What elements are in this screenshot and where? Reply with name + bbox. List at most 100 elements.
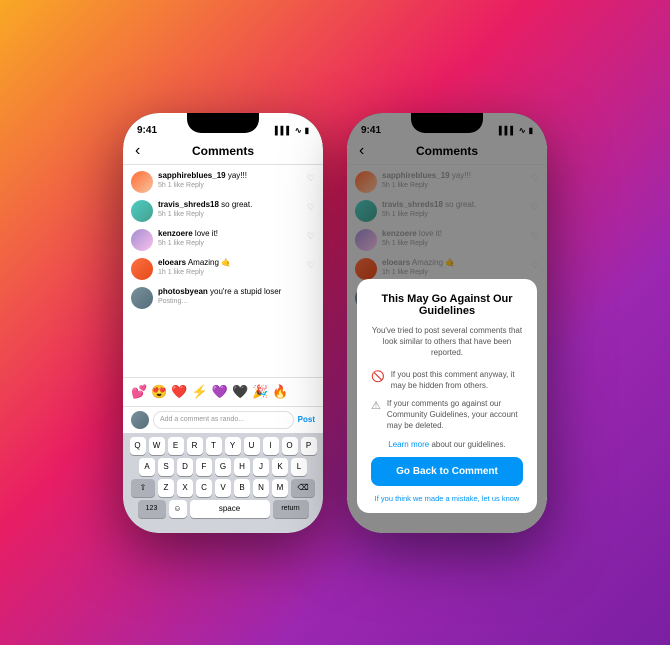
avatar-3 — [131, 229, 153, 251]
key-o[interactable]: O — [282, 437, 298, 455]
key-n[interactable]: N — [253, 479, 269, 497]
emoji-3[interactable]: ❤️ — [171, 384, 187, 400]
right-phone: 9:41 ▌▌▌ ∿ ▮ ‹ Comments sapphireblues_19… — [347, 113, 547, 533]
emoji-2[interactable]: 😍 — [151, 384, 167, 400]
key-a[interactable]: A — [139, 458, 155, 476]
key-return[interactable]: return — [273, 500, 309, 518]
key-s[interactable]: S — [158, 458, 174, 476]
key-q[interactable]: Q — [130, 437, 146, 455]
footer-text: If you think we made a mistake, — [375, 494, 480, 503]
go-back-button[interactable]: Go Back to Comment — [371, 457, 523, 486]
key-z[interactable]: Z — [158, 479, 174, 497]
key-emoji[interactable]: ☺ — [169, 500, 187, 518]
keyboard-row-3: ⇧ Z X C V B N M ⌫ — [125, 479, 321, 497]
key-l[interactable]: L — [291, 458, 307, 476]
comment-row-5: photosbyean you're a stupid loser Postin… — [131, 287, 315, 309]
comments-header-left: ‹ Comments — [123, 140, 323, 165]
emoji-5[interactable]: 💜 — [212, 384, 228, 400]
comments-list-left: sapphireblues_19 yay!!! 5h 1 like Reply … — [123, 165, 323, 377]
emoji-row: 💕 😍 ❤️ ⚡ 💜 🖤 🎉 🔥 — [123, 377, 323, 407]
modal-title: This May Go Against Our Guidelines — [371, 293, 523, 317]
key-t[interactable]: T — [206, 437, 222, 455]
like-icon-4[interactable]: ♡ — [307, 260, 315, 271]
like-icon-1[interactable]: ♡ — [307, 173, 315, 184]
header-title-left: Comments — [192, 144, 254, 158]
left-phone-screen: 9:41 ▌▌▌ ∿ ▮ ‹ Comments sapphireblues_19… — [123, 113, 323, 533]
battery-icon: ▮ — [305, 126, 309, 135]
key-space[interactable]: space — [190, 500, 270, 518]
wifi-icon: ∿ — [295, 126, 302, 135]
modal-learn-more-link[interactable]: Learn more about our guidelines. — [371, 440, 523, 449]
comment-content-5: photosbyean you're a stupid loser Postin… — [158, 287, 315, 305]
key-c[interactable]: C — [196, 479, 212, 497]
key-m[interactable]: M — [272, 479, 288, 497]
key-g[interactable]: G — [215, 458, 231, 476]
let-us-know-link[interactable]: let us know — [482, 494, 520, 503]
modal-warning-text-2: If your comments go against our Communit… — [387, 398, 523, 432]
emoji-8[interactable]: 🔥 — [272, 384, 288, 400]
comment-content-1: sapphireblues_19 yay!!! 5h 1 like Reply — [158, 171, 302, 189]
emoji-6[interactable]: 🖤 — [232, 384, 248, 400]
key-w[interactable]: W — [149, 437, 165, 455]
comment-content-3: kenzoere love it! 5h 1 like Reply — [158, 229, 302, 247]
left-phone: 9:41 ▌▌▌ ∿ ▮ ‹ Comments sapphireblues_19… — [123, 113, 323, 533]
avatar-4 — [131, 258, 153, 280]
key-h[interactable]: H — [234, 458, 250, 476]
guidelines-modal: This May Go Against Our Guidelines You'v… — [357, 279, 537, 513]
modal-warning-text-1: If you post this comment anyway, it may … — [391, 369, 523, 391]
comment-meta-1: 5h 1 like Reply — [158, 182, 302, 189]
key-b[interactable]: B — [234, 479, 250, 497]
status-icons-left: ▌▌▌ ∿ ▮ — [275, 126, 309, 135]
key-k[interactable]: K — [272, 458, 288, 476]
input-avatar — [131, 411, 149, 429]
like-icon-3[interactable]: ♡ — [307, 231, 315, 242]
modal-warning-1: 🚫 If you post this comment anyway, it ma… — [371, 369, 523, 391]
comment-text-2: travis_shreds18 so great. — [158, 200, 302, 210]
key-y[interactable]: Y — [225, 437, 241, 455]
key-r[interactable]: R — [187, 437, 203, 455]
modal-overlay: This May Go Against Our Guidelines You'v… — [347, 113, 547, 533]
comment-meta-4: 1h 1 like Reply — [158, 269, 302, 276]
avatar-2 — [131, 200, 153, 222]
emoji-4[interactable]: ⚡ — [192, 384, 208, 400]
key-f[interactable]: F — [196, 458, 212, 476]
key-v[interactable]: V — [215, 479, 231, 497]
emoji-1[interactable]: 💕 — [131, 384, 147, 400]
status-time-left: 9:41 — [137, 125, 157, 136]
phone-notch — [187, 113, 259, 133]
comment-text-5: photosbyean you're a stupid loser — [158, 287, 315, 297]
emoji-7[interactable]: 🎉 — [252, 384, 268, 400]
key-d[interactable]: D — [177, 458, 193, 476]
keyboard-row-1: Q W E R T Y U I O P — [125, 437, 321, 455]
key-123[interactable]: 123 — [138, 500, 166, 518]
keyboard-row-2: A S D F G H J K L — [125, 458, 321, 476]
keyboard-row-4: 123 ☺ space return — [125, 500, 321, 518]
comment-text-1: sapphireblues_19 yay!!! — [158, 171, 302, 181]
hidden-icon: 🚫 — [371, 370, 385, 383]
key-u[interactable]: U — [244, 437, 260, 455]
like-icon-2[interactable]: ♡ — [307, 202, 315, 213]
key-j[interactable]: J — [253, 458, 269, 476]
guidelines-link-suffix: about our guidelines. — [431, 440, 505, 449]
comment-content-4: eloears Amazing 🤙 1h 1 like Reply — [158, 258, 302, 276]
comment-text-3: kenzoere love it! — [158, 229, 302, 239]
comment-input[interactable]: Add a comment as rando... — [153, 411, 294, 429]
modal-warning-2: ⚠ If your comments go against our Commun… — [371, 398, 523, 432]
key-i[interactable]: I — [263, 437, 279, 455]
key-e[interactable]: E — [168, 437, 184, 455]
key-shift[interactable]: ⇧ — [131, 479, 155, 497]
post-button[interactable]: Post — [298, 415, 315, 424]
key-x[interactable]: X — [177, 479, 193, 497]
key-backspace[interactable]: ⌫ — [291, 479, 315, 497]
avatar-1 — [131, 171, 153, 193]
comment-row-1: sapphireblues_19 yay!!! 5h 1 like Reply … — [131, 171, 315, 193]
comment-meta-3: 5h 1 like Reply — [158, 240, 302, 247]
signal-icon: ▌▌▌ — [275, 126, 292, 135]
comment-text-4: eloears Amazing 🤙 — [158, 258, 302, 268]
key-p[interactable]: P — [301, 437, 317, 455]
modal-footer: If you think we made a mistake, let us k… — [371, 494, 523, 503]
back-button-left[interactable]: ‹ — [135, 142, 140, 160]
alert-icon: ⚠ — [371, 399, 381, 412]
comment-row-2: travis_shreds18 so great. 5h 1 like Repl… — [131, 200, 315, 222]
comment-input-row: Add a comment as rando... Post — [123, 407, 323, 433]
